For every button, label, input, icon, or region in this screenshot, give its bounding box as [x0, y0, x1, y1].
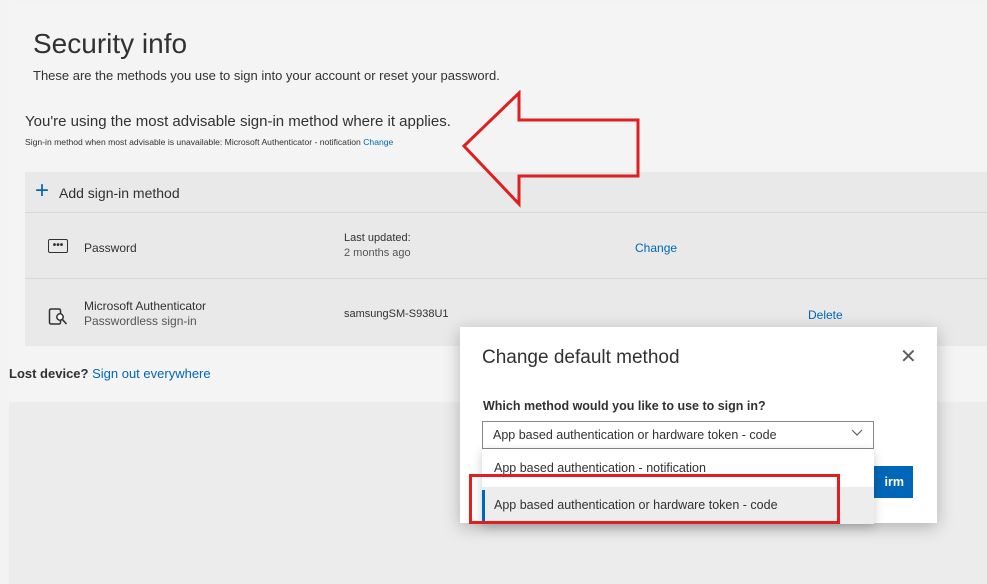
method-label: Password: [84, 241, 137, 255]
last-updated-value: 2 months ago: [344, 247, 411, 259]
dialog-title: Change default method: [482, 347, 680, 368]
lost-device-label: Lost device?: [9, 366, 89, 381]
sign-out-everywhere-link[interactable]: Sign out everywhere: [92, 366, 211, 381]
method-label: Microsoft Authenticator: [84, 299, 207, 313]
screenshot-frame: Security info These are the methods you …: [0, 0, 987, 584]
method-row-password: ••• Password Last updated: 2 months ago …: [25, 212, 987, 278]
last-updated-label: Last updated:: [344, 232, 411, 244]
selected-indicator: [482, 490, 485, 521]
change-default-method-link[interactable]: Change: [363, 137, 393, 147]
sign-in-methods-list: + Add sign-in method ••• Password Last u…: [25, 172, 987, 346]
method-sublabel: Passwordless sign-in: [84, 314, 197, 328]
dropdown-option-code[interactable]: App based authentication or hardware tok…: [482, 487, 874, 524]
device-name: samsungSM-S938U1: [344, 308, 449, 320]
advisable-message: You're using the most advisable sign-in …: [25, 113, 451, 130]
close-icon[interactable]: ✕: [900, 347, 917, 367]
lost-device-text: Lost device? Sign out everywhere: [9, 366, 211, 381]
page-subtitle: These are the methods you use to sign in…: [33, 68, 500, 83]
delete-authenticator-link[interactable]: Delete: [808, 308, 843, 322]
password-dots-icon: •••: [48, 239, 68, 253]
dropdown-option-notification[interactable]: App based authentication - notification: [482, 449, 874, 486]
sign-in-method-dropdown-list: App based authentication - notification …: [482, 449, 874, 524]
chevron-down-icon: [851, 426, 863, 441]
add-sign-in-method-button[interactable]: + Add sign-in method: [25, 172, 987, 212]
fallback-method-label: Sign-in method when most advisable is un…: [25, 137, 364, 147]
dropdown-option-label: App based authentication or hardware tok…: [494, 498, 778, 512]
page-title: Security info: [33, 28, 188, 59]
select-current-value: App based authentication or hardware tok…: [493, 428, 777, 442]
dialog-question: Which method would you like to use to si…: [483, 399, 766, 413]
frame-left-edge: [0, 0, 9, 584]
sign-in-method-select[interactable]: App based authentication or hardware tok…: [482, 421, 874, 449]
change-password-link[interactable]: Change: [635, 241, 677, 255]
plus-icon: +: [35, 177, 50, 204]
authenticator-phone-icon: [48, 307, 68, 327]
fallback-method-text: Sign-in method when most advisable is un…: [25, 137, 393, 147]
add-sign-in-method-label: Add sign-in method: [59, 185, 180, 201]
